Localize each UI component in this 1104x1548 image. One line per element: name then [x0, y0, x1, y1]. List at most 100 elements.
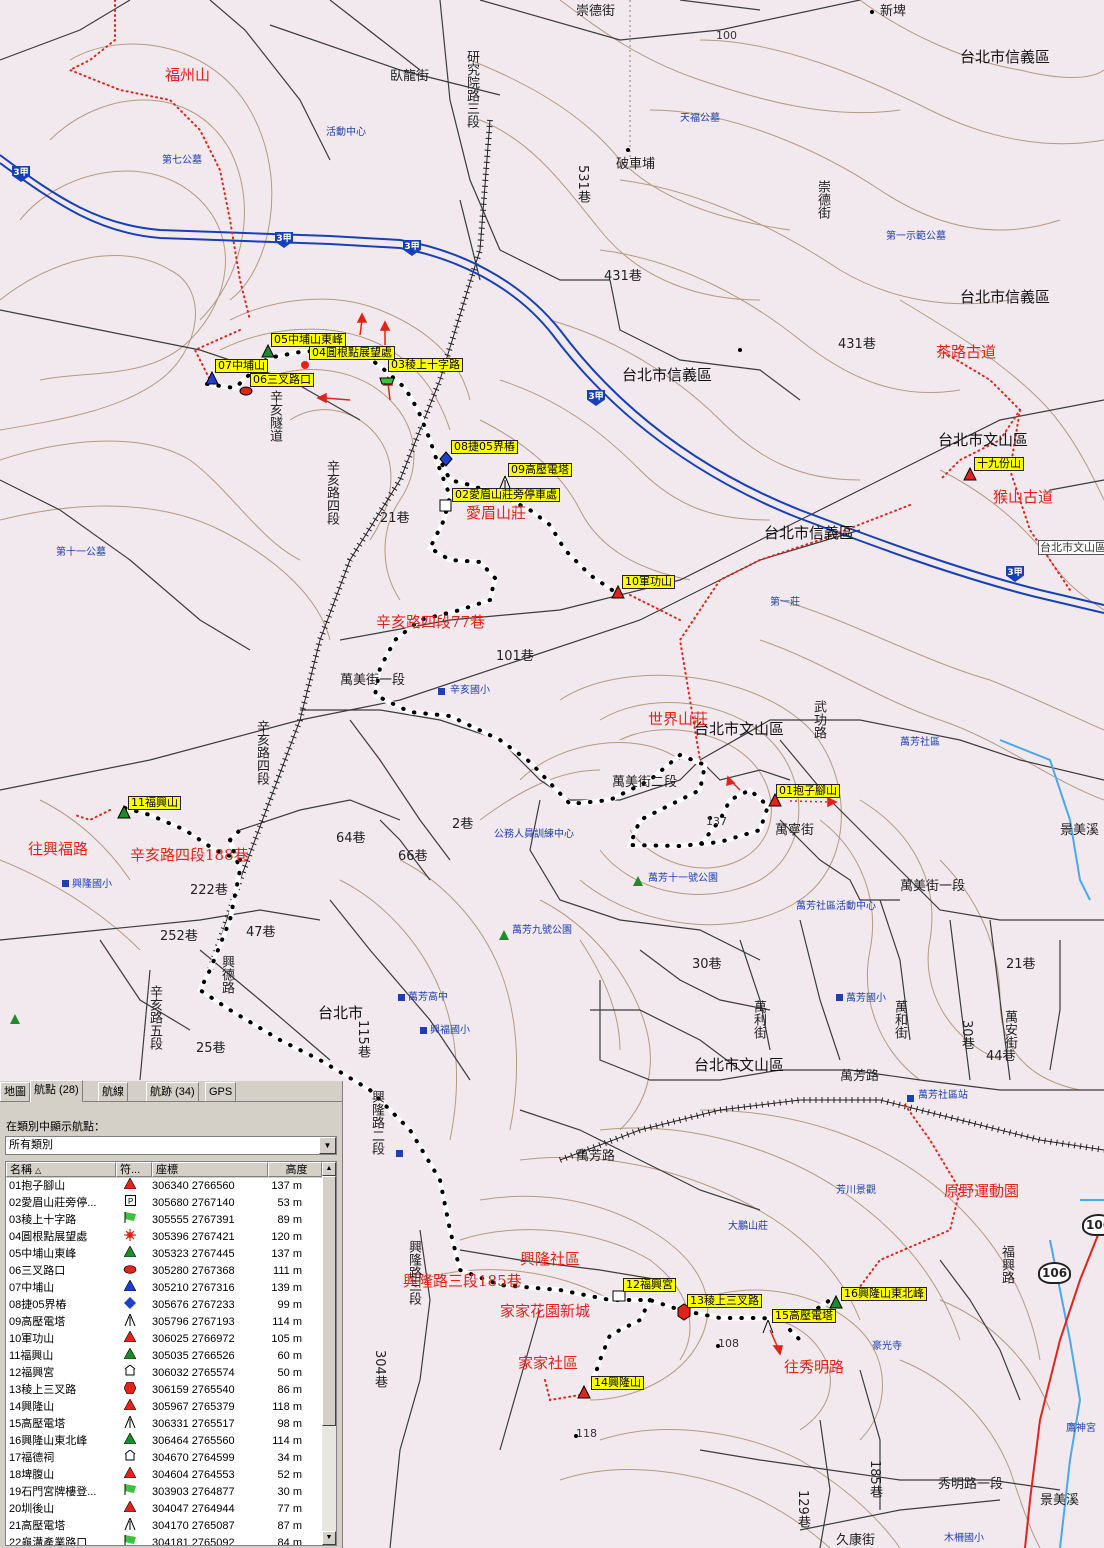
column-header-coord[interactable]: 座標	[152, 1162, 268, 1177]
waypoint-label[interactable]: 10軍功山	[622, 575, 675, 589]
waypoint-name: 04圓根點展望處	[9, 1231, 88, 1243]
waypoint-coord: 305323 2767445	[152, 1248, 235, 1260]
tab-tracks[interactable]: 航跡 (34)	[146, 1082, 199, 1101]
waypoint-label[interactable]: 09高壓電塔	[508, 463, 572, 477]
waypoint-coord: 303903 2764877	[152, 1486, 235, 1498]
district-label: 台北市信義區	[960, 48, 1051, 66]
poi-label: 大鵬山莊	[728, 1221, 768, 1232]
table-row[interactable]: 22龜溝產業路口 304181 2765092 84 m	[6, 1535, 322, 1546]
category-select[interactable]: 所有類別 ▼	[5, 1136, 337, 1155]
waypoint-label[interactable]: 14興隆山	[591, 1376, 644, 1390]
waypoint-altitude: 52 m	[277, 1469, 302, 1481]
waypoint-label[interactable]: 十九份山	[974, 457, 1024, 471]
waypoint-altitude: 139 m	[271, 1282, 302, 1294]
waypoint-altitude: 50 m	[277, 1367, 302, 1379]
waypoint-name: 07中埔山	[9, 1282, 55, 1294]
table-row[interactable]: 01抱子腳山 306340 2766560 137 m	[6, 1177, 322, 1195]
red-triangle-icon	[116, 1330, 144, 1348]
table-row[interactable]: 07中埔山 305210 2767316 139 m	[6, 1279, 322, 1297]
table-row[interactable]: 11福興山 305035 2766526 60 m	[6, 1347, 322, 1365]
place-label: 原野運動園	[944, 1182, 1020, 1200]
table-row[interactable]: 10軍功山 306025 2766972 105 m	[6, 1330, 322, 1348]
waypoint-label[interactable]: 08捷05界樁	[451, 440, 518, 454]
waypoint-coord: 305967 2765379	[152, 1401, 235, 1413]
tab-routes[interactable]: 航線	[98, 1082, 128, 1101]
tower-icon	[116, 1313, 144, 1332]
waypoint-coord: 305210 2767316	[152, 1282, 235, 1294]
scroll-up-icon[interactable]: ▲	[322, 1162, 336, 1176]
column-header-altitude[interactable]: 高度	[268, 1162, 322, 1177]
waypoint-label[interactable]: 15高壓電塔	[772, 1309, 836, 1323]
waypoint-label[interactable]: 12福興宮	[623, 1278, 676, 1292]
road-label: 萬利街	[751, 1000, 766, 1039]
table-row[interactable]: 02愛眉山莊旁停... P 305680 2767140 53 m	[6, 1195, 322, 1212]
column-header-name[interactable]: 名稱 △	[6, 1162, 116, 1177]
waypoint-coord: 304181 2765092	[152, 1537, 235, 1546]
elevation-label: 137	[706, 815, 727, 828]
table-row[interactable]: 05中埔山東峰 305323 2767445 137 m	[6, 1245, 322, 1263]
waypoint-name: 12福興宮	[9, 1367, 55, 1379]
waypoint-label[interactable]: 04圓根點展望處	[309, 346, 395, 360]
table-row[interactable]: 03稜上十字路 305555 2767391 89 m	[6, 1212, 322, 1229]
waypoint-label[interactable]: 05中埔山東峰	[271, 333, 346, 347]
waypoint-altitude: 53 m	[277, 1197, 302, 1209]
road-number-shield: 106	[1038, 1262, 1072, 1284]
poi-label: 萬芳社區	[900, 737, 940, 748]
poi-label: 公務人員訓練中心	[494, 829, 574, 840]
table-row[interactable]: 21高壓電塔 304170 2765087 87 m	[6, 1517, 322, 1535]
table-row[interactable]: 15高壓電塔 306331 2765517 98 m	[6, 1415, 322, 1433]
blue-diamond-icon	[116, 1297, 144, 1315]
scroll-down-icon[interactable]: ▼	[322, 1531, 336, 1545]
tab-waypoints[interactable]: 航點 (28)	[30, 1080, 83, 1102]
column-header-symbol[interactable]: 符...	[116, 1162, 152, 1177]
waypoint-label[interactable]: 16興隆山東北峰	[841, 1287, 927, 1301]
table-row[interactable]: 20圳後山 304047 2764944 77 m	[6, 1500, 322, 1518]
green-flag-icon	[116, 1212, 144, 1229]
tab-gps[interactable]: GPS	[205, 1082, 237, 1101]
table-row[interactable]: 17福德祠 304670 2764599 34 m	[6, 1449, 322, 1467]
table-row[interactable]: 09高壓電塔 305796 2767193 114 m	[6, 1313, 322, 1332]
red-star-icon	[116, 1229, 144, 1247]
road-label: 129巷	[795, 1490, 810, 1528]
place-label: 世界山莊	[648, 710, 709, 728]
red-triangle-icon	[116, 1466, 144, 1484]
road-label: 萬芳路	[576, 1149, 616, 1164]
waypoint-altitude: 137 m	[271, 1180, 302, 1192]
waypoint-label[interactable]: 01抱子腳山	[776, 784, 840, 798]
waypoint-altitude: 86 m	[277, 1384, 302, 1396]
chevron-down-icon[interactable]: ▼	[319, 1137, 336, 1154]
table-row[interactable]: 14興隆山 305967 2765379 118 m	[6, 1398, 322, 1416]
waypoint-name: 16興隆山東北峰	[9, 1435, 88, 1447]
waypoint-label[interactable]: 06三叉路口	[250, 373, 314, 387]
district-label: 台北市文山區	[694, 1056, 785, 1074]
waypoint-label[interactable]: 03稜上十字路	[388, 358, 463, 372]
table-row[interactable]: 06三叉路口 305280 2767368 111 m	[6, 1263, 322, 1280]
table-row[interactable]: 16興隆山東北峰 306464 2765560 114 m	[6, 1432, 322, 1450]
poi-label: 第十一公墓	[56, 547, 106, 558]
table-row[interactable]: 12福興宮 306032 2765574 50 m	[6, 1364, 322, 1382]
list-scrollbar[interactable]: ▲ ▼	[322, 1162, 336, 1545]
road-label: 萬美街一段	[900, 879, 966, 894]
road-label: 2巷	[452, 817, 474, 832]
table-row[interactable]: 19石門宮牌樓登... 303903 2764877 30 m	[6, 1484, 322, 1501]
table-row[interactable]: 08捷05界樁 305676 2767233 99 m	[6, 1297, 322, 1314]
waypoint-label[interactable]: 11福興山	[128, 796, 181, 810]
waypoint-altitude: 137 m	[271, 1248, 302, 1260]
table-row[interactable]: 18埤腹山 304604 2764553 52 m	[6, 1466, 322, 1484]
table-row[interactable]: 13稜上三叉路 306159 2765540 86 m	[6, 1381, 322, 1399]
road-label: 185巷	[867, 1460, 882, 1498]
tab-map[interactable]: 地圖	[0, 1082, 30, 1101]
waypoint-altitude: 60 m	[277, 1350, 302, 1362]
waypoint-list[interactable]: 名稱 △ 符... 座標 高度 01抱子腳山 306340 2766560 137 …	[5, 1161, 337, 1546]
poi-label: 興隆國小	[72, 879, 112, 890]
road-label: 臥龍街	[390, 69, 430, 84]
waypoint-label[interactable]: 07中埔山	[215, 359, 268, 373]
table-row[interactable]: 04圓根點展望處 305396 2767421 120 m	[6, 1229, 322, 1246]
waypoint-name: 19石門宮牌樓登...	[9, 1486, 97, 1498]
river-label: 景美溪	[1060, 823, 1100, 838]
waypoint-label[interactable]: 13稜上三叉路	[687, 1294, 762, 1308]
waypoint-label[interactable]: 02愛眉山莊旁停車處	[452, 488, 560, 502]
waypoint-coord: 305676 2767233	[152, 1299, 235, 1311]
scroll-thumb[interactable]	[322, 1176, 336, 1426]
elevation-label: 108	[718, 1337, 739, 1350]
